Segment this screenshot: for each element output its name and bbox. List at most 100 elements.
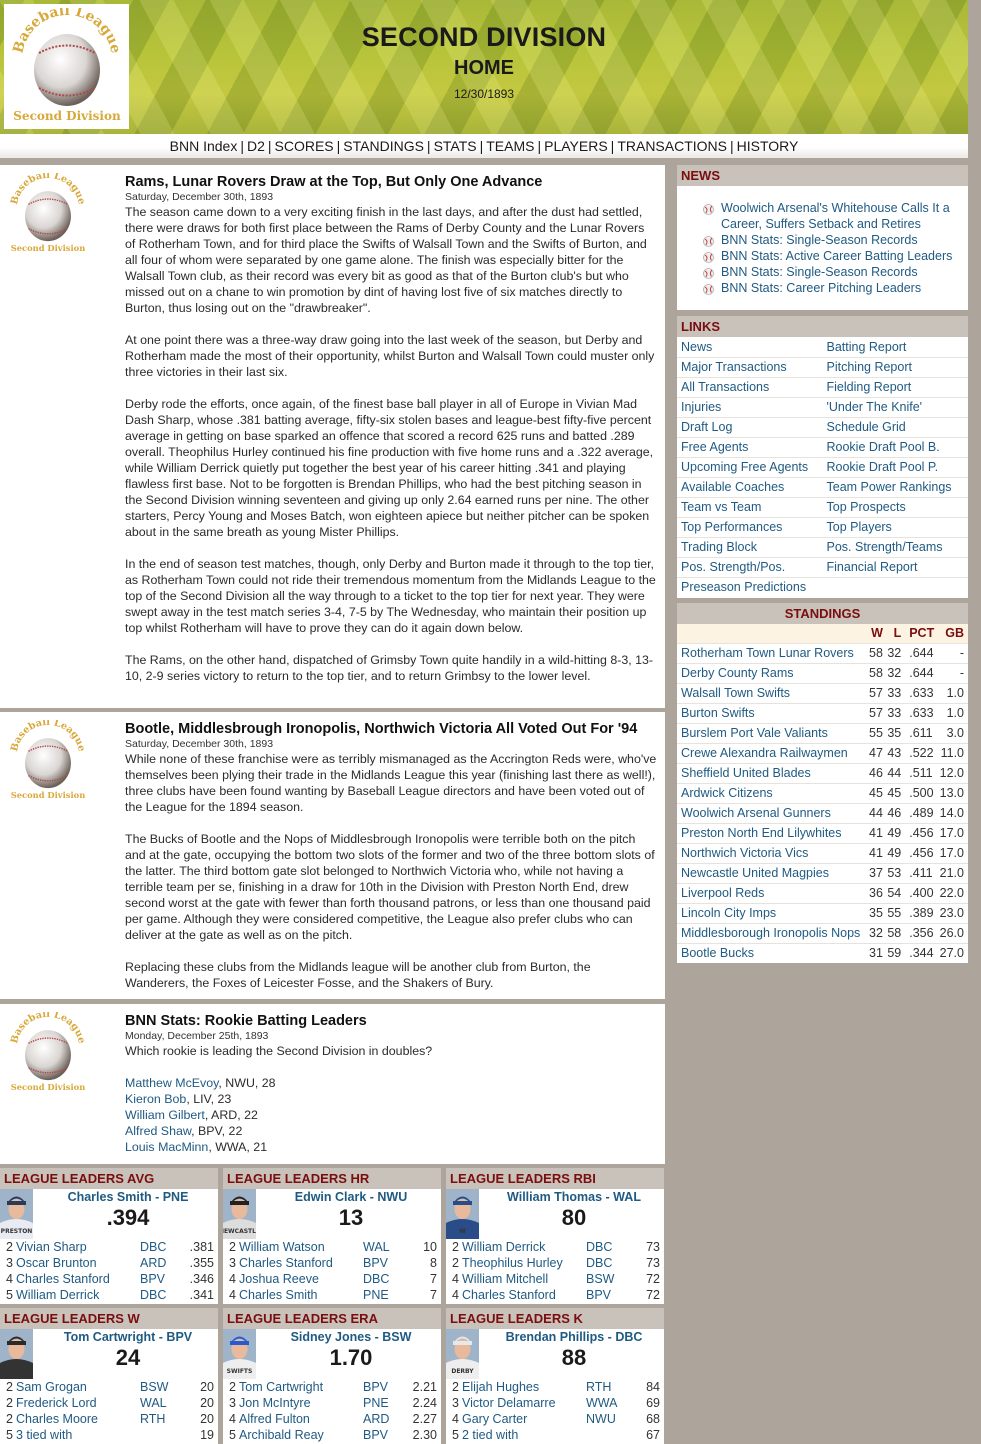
player-link[interactable]: Alfred Shaw bbox=[125, 1124, 191, 1138]
player-link[interactable]: William Derrick bbox=[460, 1239, 586, 1255]
leader-name[interactable]: Tom Cartwright - BPV bbox=[38, 1330, 218, 1344]
player-link[interactable]: 3 tied with bbox=[14, 1427, 140, 1443]
leader-name[interactable]: William Thomas - WAL bbox=[484, 1190, 664, 1204]
player-photo[interactable]: DERBY bbox=[446, 1329, 479, 1379]
player-link[interactable]: Elijah Hughes bbox=[460, 1379, 586, 1395]
team-abbr[interactable]: BSW bbox=[140, 1379, 182, 1395]
link-available-coaches[interactable]: Available Coaches bbox=[677, 476, 823, 497]
link-fielding-report[interactable]: Fielding Report bbox=[822, 376, 968, 397]
nav-scores[interactable]: SCORES bbox=[275, 138, 334, 154]
link-rookie-draft-pool-p[interactable]: Rookie Draft Pool P. bbox=[822, 456, 968, 477]
team-abbr[interactable]: DBC bbox=[363, 1271, 405, 1287]
nav-d2[interactable]: D2 bbox=[247, 138, 265, 154]
news-item[interactable]: BNN Stats: Single-Season Records bbox=[703, 232, 962, 248]
link-financial-report[interactable]: Financial Report bbox=[822, 556, 968, 577]
nav-standings[interactable]: STANDINGS bbox=[343, 138, 424, 154]
player-link[interactable]: William Derrick bbox=[14, 1287, 140, 1303]
link-upcoming-free-agents[interactable]: Upcoming Free Agents bbox=[677, 456, 823, 477]
nav-teams[interactable]: TEAMS bbox=[486, 138, 534, 154]
player-link[interactable]: Victor Delamarre bbox=[460, 1395, 586, 1411]
team-link[interactable]: Bootle Bucks bbox=[677, 942, 869, 963]
player-link[interactable]: Charles Smith bbox=[237, 1287, 363, 1303]
team-abbr[interactable] bbox=[586, 1427, 628, 1443]
link-injuries[interactable]: Injuries bbox=[677, 396, 823, 417]
team-abbr[interactable] bbox=[140, 1427, 182, 1443]
player-link[interactable]: Kieron Bob bbox=[125, 1092, 186, 1106]
news-link[interactable]: BNN Stats: Single-Season Records bbox=[721, 233, 918, 247]
news-link[interactable]: BNN Stats: Active Career Batting Leaders bbox=[721, 249, 952, 263]
team-abbr[interactable]: WAL bbox=[363, 1239, 405, 1255]
team-link[interactable]: Liverpool Reds bbox=[677, 882, 869, 903]
link-batting-report[interactable]: Batting Report bbox=[823, 337, 969, 357]
team-link[interactable]: Northwich Victoria Vics bbox=[677, 842, 869, 863]
team-abbr[interactable]: DBC bbox=[140, 1239, 182, 1255]
link-team-vs-team[interactable]: Team vs Team bbox=[677, 496, 823, 517]
player-link[interactable]: Archibald Reay bbox=[237, 1427, 363, 1443]
player-link[interactable]: Tom Cartwright bbox=[237, 1379, 363, 1395]
player-link[interactable]: Gary Carter bbox=[460, 1411, 586, 1427]
team-abbr[interactable]: PNE bbox=[363, 1395, 405, 1411]
link-top-prospects[interactable]: Top Prospects bbox=[822, 496, 968, 517]
player-link[interactable]: Matthew McEvoy bbox=[125, 1076, 218, 1090]
player-link[interactable]: Jon McIntyre bbox=[237, 1395, 363, 1411]
team-link[interactable]: Ardwick Citizens bbox=[677, 782, 869, 803]
article-title[interactable]: Rams, Lunar Rovers Draw at the Top, But … bbox=[125, 173, 657, 191]
player-link[interactable]: Theophilus Hurley bbox=[460, 1255, 586, 1271]
news-item[interactable]: BNN Stats: Active Career Batting Leaders bbox=[703, 248, 962, 264]
team-link[interactable]: Rotherham Town Lunar Rovers bbox=[677, 642, 869, 663]
team-link[interactable]: Crewe Alexandra Railwaymen bbox=[677, 742, 869, 763]
nav-players[interactable]: PLAYERS bbox=[544, 138, 608, 154]
player-photo[interactable]: PRESTON bbox=[0, 1189, 33, 1239]
news-link[interactable]: BNN Stats: Single-Season Records bbox=[721, 265, 918, 279]
link-all-transactions[interactable]: All Transactions bbox=[677, 376, 823, 397]
nav-stats[interactable]: STATS bbox=[434, 138, 477, 154]
team-abbr[interactable]: BPV bbox=[140, 1271, 182, 1287]
team-abbr[interactable]: BPV bbox=[363, 1427, 405, 1443]
player-photo[interactable]: W bbox=[446, 1189, 479, 1239]
team-abbr[interactable]: DBC bbox=[586, 1255, 628, 1271]
team-abbr[interactable]: DBC bbox=[586, 1239, 628, 1255]
nav-bnn-index[interactable]: BNN Index bbox=[170, 138, 238, 154]
news-item[interactable]: BNN Stats: Career Pitching Leaders bbox=[703, 280, 962, 296]
team-link[interactable]: Derby County Rams bbox=[677, 662, 869, 683]
news-link[interactable]: Woolwich Arsenal's Whitehouse Calls It a… bbox=[721, 201, 950, 231]
team-link[interactable]: Walsall Town Swifts bbox=[677, 682, 869, 703]
team-abbr[interactable]: RTH bbox=[586, 1379, 628, 1395]
link-pitching-report[interactable]: Pitching Report bbox=[822, 356, 968, 377]
player-link[interactable]: Louis MacMinn bbox=[125, 1140, 208, 1154]
article-title[interactable]: BNN Stats: Rookie Batting Leaders bbox=[125, 1012, 657, 1030]
leader-name[interactable]: Sidney Jones - BSW bbox=[261, 1330, 441, 1344]
link-draft-log[interactable]: Draft Log bbox=[677, 416, 823, 437]
leader-name[interactable]: Edwin Clark - NWU bbox=[261, 1190, 441, 1204]
team-abbr[interactable]: PNE bbox=[363, 1287, 405, 1303]
team-abbr[interactable]: NWU bbox=[586, 1411, 628, 1427]
article-title[interactable]: Bootle, Middlesbrough Ironopolis, Northw… bbox=[125, 720, 657, 738]
link-top-players[interactable]: Top Players bbox=[822, 516, 968, 537]
player-photo[interactable]: BURSLEM bbox=[0, 1329, 33, 1379]
player-link[interactable]: Oscar Brunton bbox=[14, 1255, 140, 1271]
team-link[interactable]: Woolwich Arsenal Gunners bbox=[677, 802, 869, 823]
link-team-power-rankings[interactable]: Team Power Rankings bbox=[822, 476, 968, 497]
news-item[interactable]: Woolwich Arsenal's Whitehouse Calls It a… bbox=[703, 200, 962, 232]
team-abbr[interactable]: BSW bbox=[586, 1271, 628, 1287]
player-link[interactable]: Frederick Lord bbox=[14, 1395, 140, 1411]
news-link[interactable]: BNN Stats: Career Pitching Leaders bbox=[721, 281, 921, 295]
player-link[interactable]: William Mitchell bbox=[460, 1271, 586, 1287]
player-link[interactable]: Charles Moore bbox=[14, 1411, 140, 1427]
player-link[interactable]: Charles Stanford bbox=[237, 1255, 363, 1271]
team-abbr[interactable]: BPV bbox=[363, 1379, 405, 1395]
link-major-transactions[interactable]: Major Transactions bbox=[677, 356, 823, 377]
leader-name[interactable]: Brendan Phillips - DBC bbox=[484, 1330, 664, 1344]
team-link[interactable]: Newcastle United Magpies bbox=[677, 862, 869, 883]
player-link[interactable]: William Watson bbox=[237, 1239, 363, 1255]
team-link[interactable]: Burton Swifts bbox=[677, 702, 869, 723]
player-link[interactable]: Alfred Fulton bbox=[237, 1411, 363, 1427]
team-link[interactable]: Preston North End Lilywhites bbox=[677, 822, 869, 843]
team-link[interactable]: Sheffield United Blades bbox=[677, 762, 869, 783]
link-rookie-draft-pool-b[interactable]: Rookie Draft Pool B. bbox=[822, 436, 968, 457]
team-abbr[interactable]: WWA bbox=[586, 1395, 628, 1411]
player-link[interactable]: Charles Stanford bbox=[14, 1271, 140, 1287]
player-link[interactable]: Joshua Reeve bbox=[237, 1271, 363, 1287]
player-link[interactable]: 2 tied with bbox=[460, 1427, 586, 1443]
player-link[interactable]: Charles Stanford bbox=[460, 1287, 586, 1303]
